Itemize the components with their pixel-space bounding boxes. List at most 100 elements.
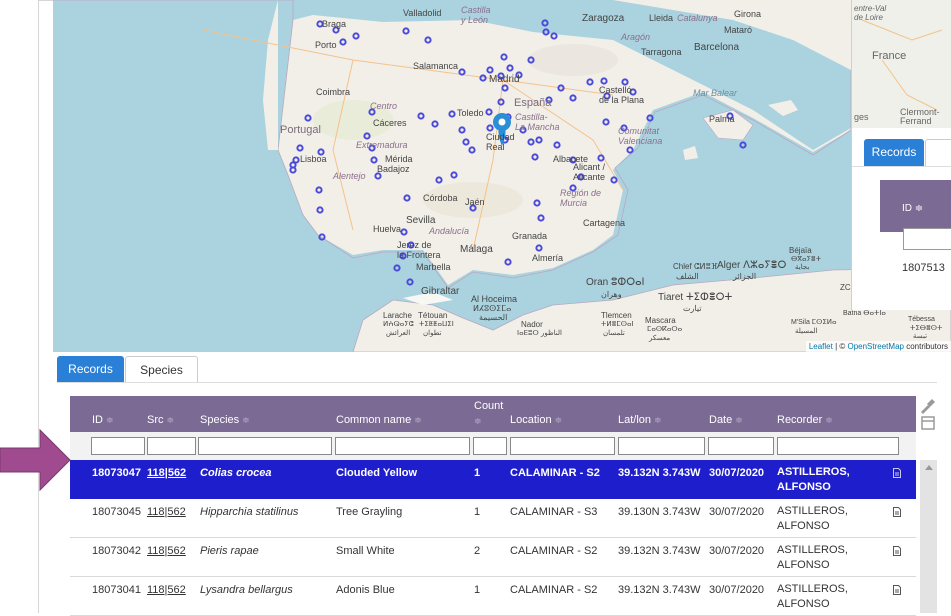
cell-src-link[interactable]: 118|562	[147, 506, 186, 518]
table-settings-icon[interactable]	[918, 396, 938, 432]
table-row[interactable]: 18073041 118|562 Lysandra bellargus Adon…	[70, 577, 916, 616]
column-header-species[interactable]: Species ≑	[200, 414, 250, 426]
table-row[interactable]: 18073042 118|562 Pieris rapae Small Whit…	[70, 538, 916, 577]
background-window-map: entre-Val de Loire France ges Clermont- …	[852, 0, 951, 128]
column-header-src[interactable]: Src ≑	[147, 414, 174, 426]
column-label: Date	[709, 414, 733, 426]
map-label: ZC	[840, 283, 851, 292]
records-map[interactable]: Braga Porto Valladolid Castilla y León Z…	[53, 0, 951, 352]
tab-records[interactable]: Records	[57, 356, 124, 383]
map-label: Porto	[315, 40, 337, 50]
filter-src-input[interactable]	[147, 437, 196, 455]
leaflet-link[interactable]: Leaflet	[809, 342, 833, 351]
map-label: ges	[854, 112, 869, 122]
cell-count: 1	[474, 467, 481, 479]
cell-src-link[interactable]: 118|562	[147, 467, 186, 479]
map-label: تلمسان	[603, 330, 625, 337]
column-label: Count	[474, 400, 504, 412]
filter-id-input[interactable]	[91, 437, 145, 455]
filter-recorder-input[interactable]	[777, 437, 899, 455]
cell-location: CALAMINAR - S2	[510, 545, 598, 557]
filter-date-input[interactable]	[708, 437, 774, 455]
column-label: Common name	[336, 414, 412, 426]
tab-divider	[57, 382, 937, 383]
scroll-up-arrow-icon[interactable]	[925, 465, 933, 470]
map-label: Larache	[383, 311, 412, 320]
sort-icon: ≑	[166, 415, 175, 425]
filter-latlon-input[interactable]	[618, 437, 705, 455]
map-label: Braga	[322, 19, 347, 29]
cell-species: Pieris rapae	[200, 545, 259, 557]
column-header-count[interactable]: Count ≑	[474, 399, 503, 429]
column-header-recorder[interactable]: Recorder ≑	[777, 414, 833, 426]
sort-icon: ≑	[106, 415, 114, 425]
recorder-line: ASTILLEROS,	[777, 466, 850, 478]
column-label: ID	[92, 414, 103, 426]
map-label: ⵜⵍⴻⵎⵙⴰⵏ	[601, 321, 634, 328]
background-records-tab[interactable]: Records	[864, 139, 924, 166]
map-label: Aragón	[621, 32, 651, 42]
column-label: Species	[200, 414, 240, 426]
map-label: Clermont- Ferrand	[900, 107, 940, 126]
background-id-cell: 1807513	[902, 262, 945, 274]
background-id-filter[interactable]	[903, 228, 951, 250]
column-header-common-name[interactable]: Common name ≑	[336, 414, 422, 426]
map-label: France	[872, 50, 907, 62]
cell-src-link[interactable]: 118|562	[147, 584, 186, 596]
record-details-icon[interactable]	[893, 468, 901, 478]
recorder-line: ASTILLEROS,	[777, 544, 848, 556]
column-header-location[interactable]: Location ≑	[510, 414, 562, 426]
filter-count-input[interactable]	[473, 437, 507, 455]
map-label: España	[514, 97, 552, 109]
map-label: Ciudad Real	[486, 132, 515, 152]
cell-species: Colias crocea	[200, 467, 272, 479]
map-label: ⵏⴰⴹⵓⵔ	[517, 330, 539, 337]
filter-species-input[interactable]	[198, 437, 332, 455]
background-window: entre-Val de Loire France ges Clermont- …	[851, 0, 951, 310]
map-label: Alger ⴷⵣⴰⵢⴻⵔ	[717, 260, 787, 271]
column-label: Recorder	[777, 414, 823, 426]
tab-species[interactable]: Species	[125, 356, 198, 383]
cell-count: 1	[474, 584, 481, 596]
attribution-separator: | ©	[832, 342, 848, 351]
cell-count: 2	[474, 545, 481, 557]
sort-icon: ≑	[825, 415, 833, 425]
cell-id: 18073042	[92, 545, 141, 557]
cell-date: 30/07/2020	[709, 545, 765, 557]
recorder-line: ASTILLEROS,	[777, 505, 848, 517]
cell-location: CALAMINAR - S2	[510, 584, 598, 596]
recorder-line: ALFONSO	[777, 559, 830, 571]
column-header-id[interactable]: ID ≑	[92, 414, 114, 426]
map-label: Mar Balear	[693, 88, 738, 98]
column-header-id[interactable]: ID ≑	[902, 203, 923, 214]
tab-divider	[852, 166, 951, 167]
record-details-icon[interactable]	[893, 585, 901, 595]
sort-icon: ≑	[654, 415, 662, 425]
filter-location-input[interactable]	[510, 437, 615, 455]
map-label: Huelva	[373, 224, 402, 234]
recorder-line: ALFONSO	[777, 481, 831, 493]
table-scrollbar[interactable]	[920, 460, 937, 613]
column-header-latlon[interactable]: Lat/lon ≑	[618, 414, 662, 426]
map-label: Comunitat Valenciana	[618, 126, 663, 146]
recorder-line: ALFONSO	[777, 598, 830, 610]
sort-icon: ≑	[242, 415, 250, 425]
table-row[interactable]: 18073047 118|562 Colias crocea Clouded Y…	[70, 460, 916, 499]
sort-icon: ≑	[735, 415, 743, 425]
cell-species: Hipparchia statilinus	[200, 506, 299, 518]
cell-common-name: Tree Grayling	[336, 506, 403, 518]
background-species-tab[interactable]	[925, 139, 951, 167]
column-header-date[interactable]: Date ≑	[709, 414, 743, 426]
map-label: ⵎⴰⵙⴽⴰⵔⴰ	[647, 326, 683, 333]
map-label: Zaragoza	[582, 13, 625, 24]
cell-recorder: ASTILLEROS, ALFONSO	[777, 543, 848, 573]
record-details-icon[interactable]	[893, 546, 901, 556]
filter-common-name-input[interactable]	[335, 437, 470, 455]
map-label: Almería	[532, 253, 564, 263]
cell-recorder: ASTILLEROS, ALFONSO	[777, 504, 848, 534]
map-label: وهران	[601, 290, 622, 299]
table-row[interactable]: 18073045 118|562 Hipparchia statilinus T…	[70, 499, 916, 538]
openstreetmap-link[interactable]: OpenStreetMap	[847, 342, 903, 351]
record-details-icon[interactable]	[893, 507, 901, 517]
cell-src-link[interactable]: 118|562	[147, 545, 186, 557]
